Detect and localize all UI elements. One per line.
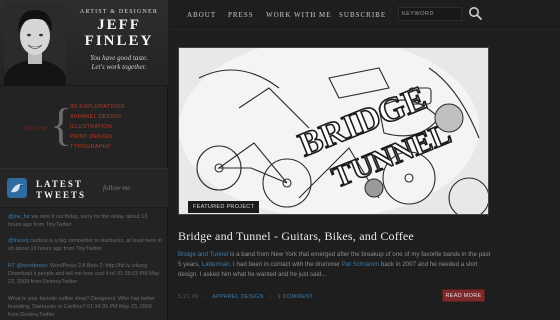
drummer-link[interactable]: Pat Schramm bbox=[342, 261, 379, 268]
search-input[interactable] bbox=[398, 7, 462, 21]
tweet-text: caribou is a big competitor to starbucks… bbox=[8, 238, 162, 252]
comments-link[interactable]: 1 COMMENT bbox=[278, 294, 314, 300]
brace-decoration: { bbox=[50, 99, 73, 150]
tweet-text: What is your favorite coffee shop? Desig… bbox=[8, 296, 155, 318]
name-first[interactable]: JEFF bbox=[74, 17, 164, 34]
tweet-mention-link[interactable]: RT @wordpress bbox=[8, 263, 47, 269]
read-more-button[interactable]: READ MORE bbox=[442, 289, 485, 302]
latterman-link[interactable]: Latterman bbox=[202, 261, 230, 268]
excerpt-text-2: . I had been in contact with the drummer bbox=[229, 261, 342, 268]
post-title[interactable]: Bridge and Tunnel - Guitars, Bikes, and … bbox=[178, 229, 414, 244]
search-icon[interactable] bbox=[467, 5, 484, 22]
meta-separator: | bbox=[204, 294, 207, 300]
click-me-hint: click me bbox=[24, 124, 48, 132]
top-navigation: ABOUT PRESS WORK WITH ME SUBSCRIBE bbox=[169, 0, 560, 30]
post-meta: 5.21.09 | APPAREL DESIGN | 1 COMMENT bbox=[178, 294, 313, 300]
tweet-mention-link[interactable]: @joe_fur bbox=[8, 214, 30, 220]
role-label: ARTIST & DESIGNER bbox=[79, 9, 159, 15]
tweet-item: @frazerj caribou is a big competitor to … bbox=[8, 238, 162, 254]
nav-press[interactable]: PRESS bbox=[228, 11, 254, 19]
post-date: 5.21.09 bbox=[178, 294, 199, 300]
tweet-item: @joe_fur we sent it out friday, sorry fo… bbox=[8, 214, 162, 230]
sidebar: ARTIST & DESIGNER JEFF FINLEY You have g… bbox=[0, 0, 168, 320]
category-link-illustration[interactable]: ILLUSTRATION bbox=[70, 122, 125, 132]
follow-me-link[interactable]: follow me bbox=[103, 184, 130, 192]
tweets-heading-tweets: TWEETS bbox=[36, 190, 87, 200]
category-list: 3D EXPLORATIONS APPAREL DESIGN ILLUSTRAT… bbox=[70, 102, 125, 152]
featured-image[interactable]: BRIDGE TUNNEL FEATURED PROJECT bbox=[178, 47, 489, 215]
category-link-print-design[interactable]: PRINT DESIGN bbox=[70, 132, 125, 142]
category-link-typography[interactable]: TYPOGRAPHY bbox=[70, 142, 125, 152]
band-link[interactable]: Bridge and Tunnel bbox=[178, 251, 228, 258]
nav-subscribe[interactable]: SUBSCRIBE bbox=[339, 11, 386, 19]
tweet-mention-link[interactable]: @frazerj bbox=[8, 238, 28, 244]
twitter-bird-icon bbox=[7, 178, 27, 198]
tagline-line-1: You have good taste. bbox=[90, 54, 148, 62]
featured-illustration: BRIDGE TUNNEL bbox=[179, 48, 488, 214]
category-link-3d-explorations[interactable]: 3D EXPLORATIONS bbox=[70, 102, 125, 112]
tweet-item: RT @wordpress: WordPress 2.8 Beta 2: htt… bbox=[8, 263, 162, 286]
post-excerpt: Bridge and Tunnel is a band from New Yor… bbox=[178, 250, 494, 280]
nav-work-with-me[interactable]: WORK WITH ME bbox=[266, 11, 332, 19]
nav-about[interactable]: ABOUT bbox=[187, 11, 216, 19]
category-menu: click me { 3D EXPLORATIONS APPAREL DESIG… bbox=[0, 90, 168, 166]
profile-header: ARTIST & DESIGNER JEFF FINLEY You have g… bbox=[0, 0, 168, 86]
post-category-link[interactable]: APPAREL DESIGN bbox=[212, 294, 264, 300]
portrait-avatar bbox=[4, 2, 66, 86]
main-content: BRIDGE TUNNEL FEATURED PROJECT Bridge an… bbox=[169, 31, 560, 320]
tagline-line-2: Let's work together. bbox=[91, 63, 147, 71]
featured-project-badge: FEATURED PROJECT bbox=[188, 201, 260, 213]
tweet-item: What is your favorite coffee shop? Desig… bbox=[8, 296, 162, 319]
tweets-heading-latest: LATEST bbox=[36, 179, 83, 189]
meta-separator: | bbox=[269, 294, 272, 300]
tweets-header: LATEST TWEETS follow me bbox=[0, 168, 168, 208]
name-last[interactable]: FINLEY bbox=[74, 33, 164, 50]
category-link-apparel-design[interactable]: APPAREL DESIGN bbox=[70, 112, 125, 122]
